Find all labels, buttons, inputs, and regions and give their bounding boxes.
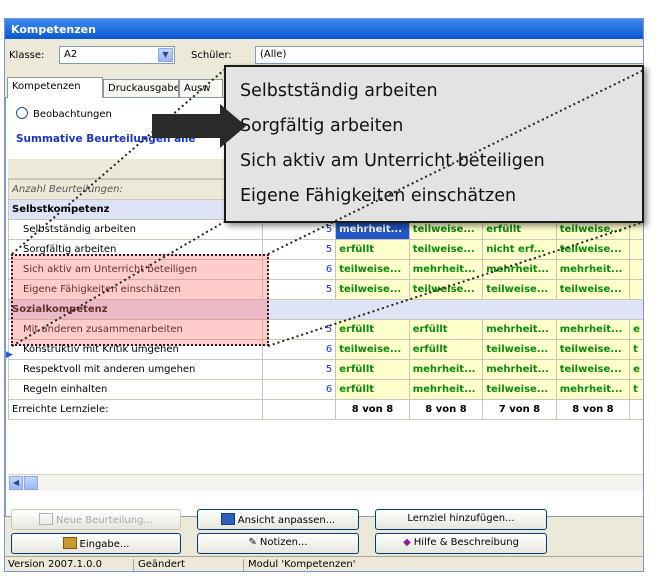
connector-line (11, 221, 225, 347)
arrow-icon (152, 104, 246, 148)
connector-line (267, 221, 645, 347)
tab-kompetenzen[interactable]: Kompetenzen (7, 77, 103, 98)
connector-line (267, 69, 645, 255)
